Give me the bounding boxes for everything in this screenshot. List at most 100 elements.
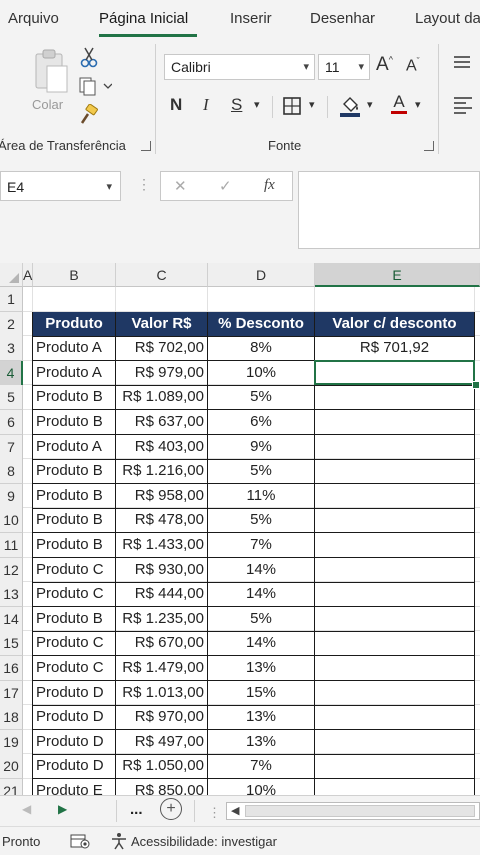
row-header-17[interactable]: 17 [0, 680, 23, 706]
row-header-19[interactable]: 19 [0, 729, 23, 755]
add-sheet-button[interactable]: + [160, 798, 182, 820]
row-header-4[interactable]: 4 [0, 360, 23, 386]
row-header-11[interactable]: 11 [0, 533, 23, 558]
header-cell[interactable]: Valor c/ desconto [315, 311, 475, 337]
cell-produto[interactable]: Produto D [33, 754, 116, 780]
cell-produto[interactable]: Produto B [33, 606, 116, 632]
scrollbar-thumb[interactable] [245, 805, 475, 817]
row-header-21[interactable]: 21 [0, 779, 23, 795]
chevron-down-icon[interactable]: ▾ [309, 98, 315, 111]
cell-produto[interactable]: Produto B [33, 508, 116, 534]
scroll-right-icon[interactable]: ▶ [58, 802, 67, 816]
cell-valor[interactable]: R$ 1.479,00 [116, 656, 208, 682]
cell-final[interactable] [315, 410, 475, 436]
font-size-select[interactable]: 11 ▾ [318, 54, 370, 80]
cell-desconto[interactable]: 7% [208, 533, 315, 559]
cell-final[interactable] [315, 434, 475, 460]
cell-desconto[interactable]: 14% [208, 582, 315, 608]
borders-icon[interactable] [282, 96, 302, 121]
cell-valor[interactable]: R$ 403,00 [116, 434, 208, 460]
row-header-18[interactable]: 18 [0, 705, 23, 731]
cell-final[interactable] [315, 557, 475, 583]
name-box[interactable]: E4 ▾ [0, 171, 121, 201]
insert-function-icon[interactable]: fx [264, 177, 275, 194]
cell-desconto[interactable]: 8% [208, 336, 315, 362]
cell-final[interactable] [315, 508, 475, 534]
macro-record-icon[interactable] [70, 833, 90, 852]
cell-desconto[interactable]: 15% [208, 680, 315, 706]
bold-button[interactable]: N [170, 95, 182, 115]
format-painter-icon[interactable] [78, 103, 100, 131]
cell-valor[interactable]: R$ 930,00 [116, 557, 208, 583]
row-header-9[interactable]: 9 [0, 483, 23, 509]
cell-desconto[interactable]: 14% [208, 631, 315, 657]
cell-final[interactable] [315, 656, 475, 682]
italic-button[interactable]: I [203, 95, 209, 115]
column-header-b[interactable]: B [33, 263, 116, 287]
cell-produto[interactable]: Produto B [33, 385, 116, 411]
cell-final[interactable] [315, 779, 475, 795]
horizontal-scrollbar[interactable]: ◀ [226, 802, 480, 820]
header-cell[interactable]: Produto [33, 311, 116, 337]
cell-desconto[interactable]: 5% [208, 385, 315, 411]
tab-pagina-inicial[interactable]: Página Inicial [99, 10, 188, 27]
cell-final[interactable] [315, 631, 475, 657]
align-top-icon[interactable] [453, 54, 471, 75]
copy-icon[interactable] [78, 76, 118, 101]
cell-final[interactable]: R$ 701,92 [315, 336, 475, 362]
scroll-left-arrow-icon[interactable]: ◀ [231, 804, 239, 817]
cell-valor[interactable]: R$ 1.433,00 [116, 533, 208, 559]
cell-final[interactable] [315, 533, 475, 559]
formula-input[interactable] [298, 171, 480, 249]
cell-produto[interactable]: Produto C [33, 631, 116, 657]
cell-valor[interactable]: R$ 497,00 [116, 729, 208, 755]
cell-desconto[interactable]: 10% [208, 360, 315, 386]
cell-produto[interactable]: Produto B [33, 459, 116, 485]
cell-valor[interactable]: R$ 670,00 [116, 631, 208, 657]
scroll-left-icon[interactable]: ◀ [22, 802, 31, 816]
cancel-icon[interactable]: ✕ [174, 177, 187, 195]
cell-produto[interactable]: Produto A [33, 360, 116, 386]
cell-desconto[interactable]: 5% [208, 459, 315, 485]
accessibility-icon[interactable] [110, 832, 128, 853]
tab-layout[interactable]: Layout da [415, 10, 480, 27]
align-left-icon[interactable] [453, 96, 473, 119]
paste-button[interactable]: Colar [30, 46, 70, 116]
cell-final[interactable] [315, 385, 475, 411]
accessibility-status[interactable]: Acessibilidade: investigar [131, 834, 277, 849]
chevron-down-icon[interactable]: ▾ [415, 98, 421, 111]
cell-valor[interactable]: R$ 1.089,00 [116, 385, 208, 411]
cell-produto[interactable]: Produto C [33, 582, 116, 608]
cell-valor[interactable]: R$ 637,00 [116, 410, 208, 436]
header-cell[interactable]: % Desconto [208, 311, 315, 337]
cell-produto[interactable]: Produto B [33, 483, 116, 509]
row-header-6[interactable]: 6 [0, 410, 23, 435]
font-dialog-launcher[interactable] [424, 141, 434, 151]
tab-inserir[interactable]: Inserir [230, 10, 272, 27]
cell-produto[interactable]: Produto C [33, 557, 116, 583]
cell-produto[interactable]: Produto B [33, 533, 116, 559]
row-header-7[interactable]: 7 [0, 434, 23, 460]
cell-valor[interactable]: R$ 444,00 [116, 582, 208, 608]
cell-valor[interactable]: R$ 702,00 [116, 336, 208, 362]
fill-handle[interactable] [472, 381, 480, 390]
cut-icon[interactable] [78, 46, 100, 73]
shrink-font-button[interactable]: Aˇ [406, 56, 420, 75]
column-header-e[interactable]: E [315, 263, 480, 287]
row-header-15[interactable]: 15 [0, 631, 23, 657]
worksheet-grid[interactable]: A B C D E 1 2 3 4 5 6 7 8 9 10 11 12 13 14 15 16 17 18 19 20 21 Pr… [0, 263, 480, 795]
cell-valor[interactable]: R$ 958,00 [116, 483, 208, 509]
row-header-2[interactable]: 2 [0, 311, 23, 337]
tab-arquivo[interactable]: Arquivo [8, 10, 59, 27]
cell-produto[interactable]: Produto D [33, 729, 116, 755]
cell-desconto[interactable]: 7% [208, 754, 315, 780]
row-header-5[interactable]: 5 [0, 385, 23, 411]
grow-font-button[interactable]: A^ [376, 54, 393, 76]
cell-final[interactable] [315, 483, 475, 509]
cell-desconto[interactable]: 5% [208, 508, 315, 534]
active-cell-border[interactable] [314, 359, 475, 386]
column-header-c[interactable]: C [116, 263, 208, 287]
cell-desconto[interactable]: 14% [208, 557, 315, 583]
tab-desenhar[interactable]: Desenhar [310, 10, 375, 27]
cell-final[interactable] [315, 582, 475, 608]
